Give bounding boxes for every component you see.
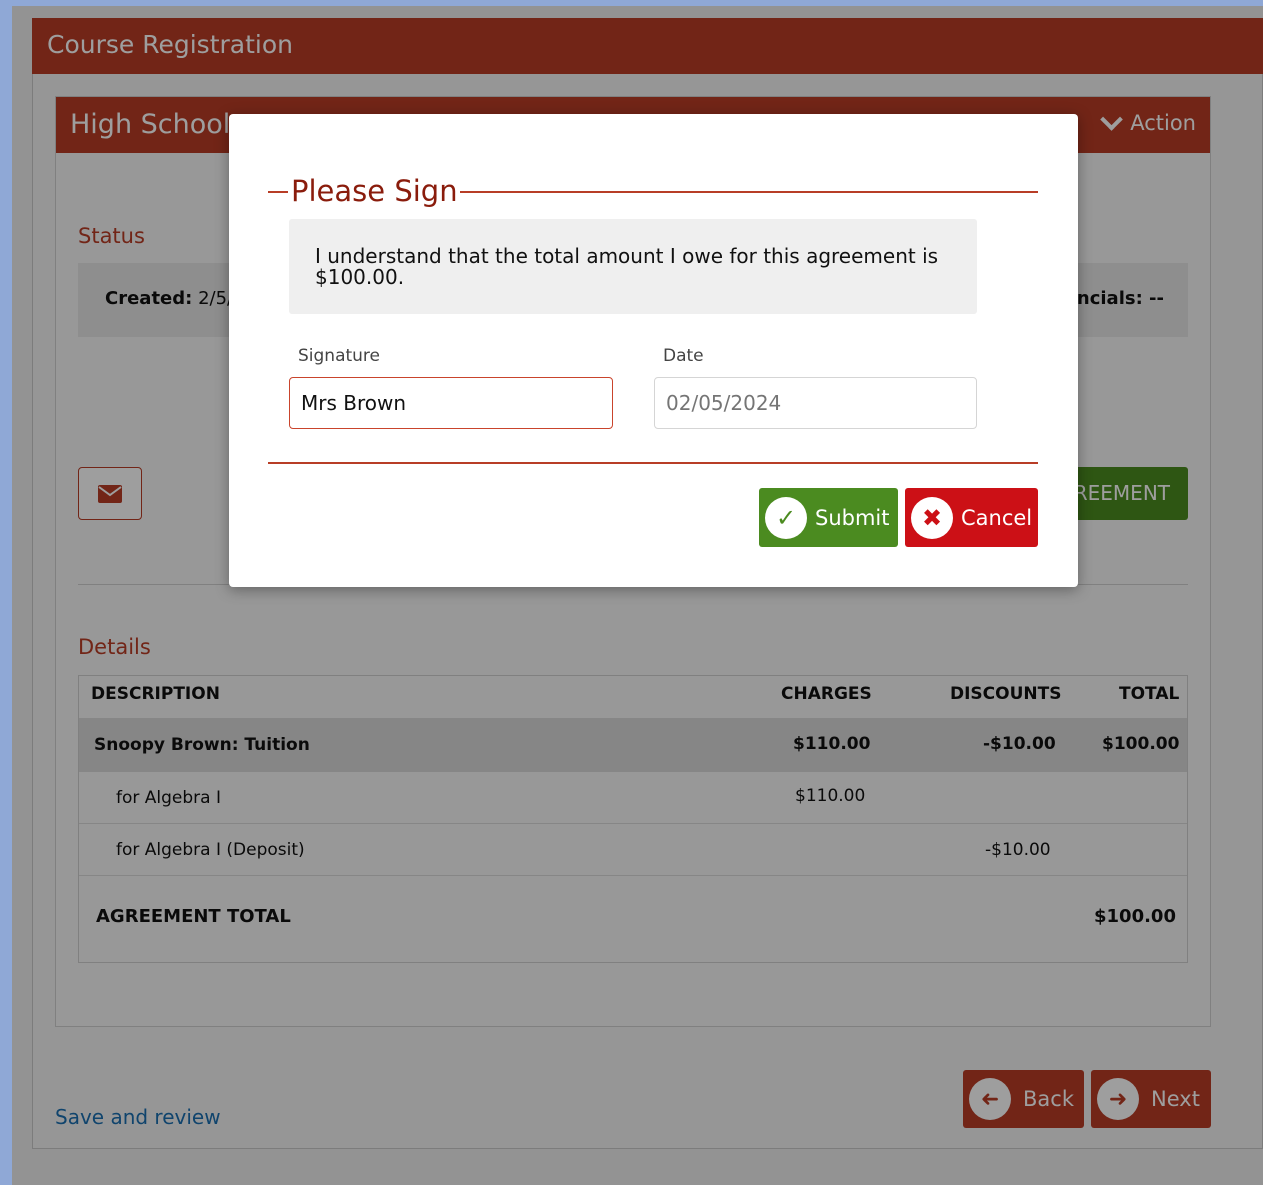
- signature-label: Signature: [298, 346, 381, 366]
- signature-input[interactable]: [289, 377, 613, 429]
- close-icon: ✖: [911, 496, 953, 539]
- submit-button[interactable]: ✓ Submit: [759, 488, 898, 547]
- dialog-title: Please Sign: [289, 174, 460, 208]
- date-label: Date: [663, 346, 704, 366]
- legend-rule-left: [268, 191, 288, 193]
- date-input[interactable]: [654, 377, 977, 429]
- cancel-button[interactable]: ✖ Cancel: [905, 488, 1038, 547]
- legend-rule-right: [434, 191, 1038, 193]
- checkmark-icon: ✓: [765, 496, 807, 539]
- submit-label: Submit: [815, 505, 890, 530]
- dialog-divider: [268, 462, 1038, 464]
- sign-dialog: Please Sign I understand that the total …: [229, 114, 1078, 587]
- cancel-label: Cancel: [961, 505, 1033, 530]
- agreement-note: I understand that the total amount I owe…: [289, 219, 977, 314]
